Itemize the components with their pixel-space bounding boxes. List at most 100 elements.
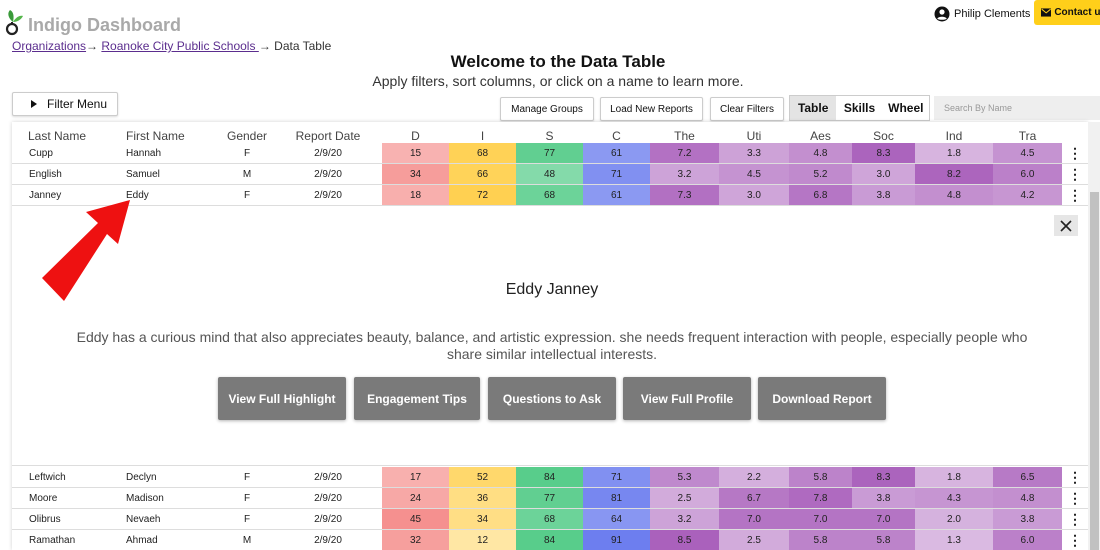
last-name-cell[interactable]: Leftwich [29,467,109,488]
breadcrumb-organizations-link[interactable]: Organizations [12,39,86,53]
score-cell-tra: 4.5 [993,143,1062,164]
page-title: Welcome to the Data Table [450,52,666,71]
report-date-cell: 2/9/20 [314,169,342,180]
last-name-cell[interactable]: Olibrus [29,509,109,530]
score-cell-s: 77 [516,143,583,164]
scrollbar-thumb[interactable] [1090,192,1099,550]
more-vert-icon[interactable]: ⋮ [1068,467,1082,488]
contact-us-label: Contact us [1054,7,1100,18]
more-vert-icon[interactable]: ⋮ [1068,530,1082,550]
score-cell-d: 17 [382,467,449,488]
contact-us-button[interactable]: Contact us [1034,0,1100,25]
view-skills-tab[interactable]: Skills [836,96,882,120]
caret-right-icon [31,100,37,108]
score-cell-uti: 3.3 [719,143,789,164]
more-vert-icon[interactable]: ⋮ [1068,185,1082,206]
score-cell-soc: 8.3 [852,467,915,488]
report-date-cell: 2/9/20 [314,514,342,525]
score-cell-the: 3.2 [650,164,719,185]
table-row[interactable]: Cupp Hannah F 2/9/20 15 68 77 61 7.2 3.3 4.8 8.3 1.8… [12,143,1088,164]
first-name-cell[interactable]: Samuel [126,164,216,185]
load-new-reports-button[interactable]: Load New Reports [600,97,703,121]
first-name-cell[interactable]: Madison [126,488,216,509]
score-cell-aes: 5.8 [789,467,852,488]
view-wheel-tab[interactable]: Wheel [883,96,929,120]
score-cell-soc: 8.3 [852,143,915,164]
gender-cell: F [243,472,251,483]
clear-filters-button[interactable]: Clear Filters [710,97,784,121]
report-date-cell: 2/9/20 [314,535,342,546]
breadcrumb-separator: → [258,39,271,53]
manage-groups-button[interactable]: Manage Groups [500,97,594,121]
score-cell-s: 84 [516,530,583,550]
score-cell-aes: 6.8 [789,185,852,206]
user-name: Philip Clements [954,8,1031,20]
last-name-cell[interactable]: Moore [29,488,109,509]
questions-to-ask-button[interactable]: Questions to Ask [488,377,616,420]
score-cell-ind: 1.8 [915,467,993,488]
score-cell-ind: 1.3 [915,530,993,550]
score-cell-aes: 4.8 [789,143,852,164]
table-row[interactable]: Ramathan Ahmad M 2/9/20 32 12 84 91 8.5 2.5 5.8 5.8… [12,530,1088,550]
download-report-button[interactable]: Download Report [758,377,886,420]
table-row[interactable]: Moore Madison F 2/9/20 24 36 77 81 2.5 6.7 7.8 3.8 4… [12,488,1088,509]
first-name-cell[interactable]: Declyn [126,467,216,488]
score-cell-d: 45 [382,509,449,530]
page: Indigo Dashboard Organizations→ Roanoke … [0,0,1100,550]
breadcrumb: Organizations → Roanoke City Public Schoo… [12,39,331,53]
score-cell-s: 68 [516,185,583,206]
last-name-cell[interactable]: Cupp [29,143,109,164]
score-cell-the: 7.2 [650,143,719,164]
mail-icon [1041,8,1052,17]
gender-cell: M [242,535,252,546]
score-cell-ind: 2.0 [915,509,993,530]
score-cell-c: 61 [583,143,650,164]
last-name-cell[interactable]: English [29,164,109,185]
engagement-tips-button[interactable]: Engagement Tips [354,377,480,420]
more-vert-icon[interactable]: ⋮ [1068,488,1082,509]
table-row[interactable]: Janney Eddy F 2/9/20 18 72 68 61 7.3 3.0 6.8 3.8 4.8… [12,185,1088,206]
user-menu[interactable]: Philip Clements [934,5,1030,23]
score-cell-d: 34 [382,164,449,185]
score-cell-i: 72 [449,185,516,206]
more-vert-icon[interactable]: ⋮ [1068,143,1082,164]
gender-cell: F [243,190,251,201]
first-name-cell[interactable]: Ahmad [126,530,216,550]
score-cell-aes: 5.2 [789,164,852,185]
score-cell-aes: 5.8 [789,530,852,550]
last-name-cell[interactable]: Ramathan [29,530,109,550]
more-vert-icon[interactable]: ⋮ [1068,509,1082,530]
score-cell-aes: 7.8 [789,488,852,509]
first-name-cell[interactable]: Nevaeh [126,509,216,530]
view-table-tab[interactable]: Table [790,96,837,120]
table-row[interactable]: English Samuel M 2/9/20 34 66 48 71 3.2 4.5 5.2 3.0… [12,164,1088,185]
score-cell-d: 18 [382,185,449,206]
score-cell-tra: 4.2 [993,185,1062,206]
view-toggle: Table Skills Wheel [789,95,930,121]
score-cell-uti: 4.5 [719,164,789,185]
score-cell-uti: 3.0 [719,185,789,206]
close-detail-button[interactable] [1054,215,1078,236]
view-full-highlight-button[interactable]: View Full Highlight [218,377,346,420]
row-divider [12,205,1088,206]
score-cell-the: 5.3 [650,467,719,488]
report-date-cell: 2/9/20 [314,472,342,483]
breadcrumb-school-link[interactable]: Roanoke City Public Schools [101,39,258,53]
more-vert-icon[interactable]: ⋮ [1068,164,1082,185]
table-row[interactable]: Leftwich Declyn F 2/9/20 17 52 84 71 5.3 2.2 5.8 8.… [12,467,1088,488]
table-row[interactable]: Olibrus Nevaeh F 2/9/20 45 34 68 64 3.2 7.0 7.0 7.0… [12,509,1088,530]
gender-cell: F [243,493,251,504]
indigo-logo-icon [5,10,23,36]
detail-name: Eddy Janney [505,281,599,298]
score-cell-the: 2.5 [650,488,719,509]
first-name-cell[interactable]: Hannah [126,143,216,164]
score-cell-c: 71 [583,467,650,488]
score-cell-s: 84 [516,467,583,488]
view-full-profile-button[interactable]: View Full Profile [623,377,751,420]
filter-menu-button[interactable]: Filter Menu [12,92,118,116]
report-date-cell: 2/9/20 [314,493,342,504]
score-cell-s: 48 [516,164,583,185]
search-input[interactable] [934,96,1100,120]
detail-description: Eddy has a curious mind that also apprec… [76,329,1028,362]
score-cell-ind: 1.8 [915,143,993,164]
